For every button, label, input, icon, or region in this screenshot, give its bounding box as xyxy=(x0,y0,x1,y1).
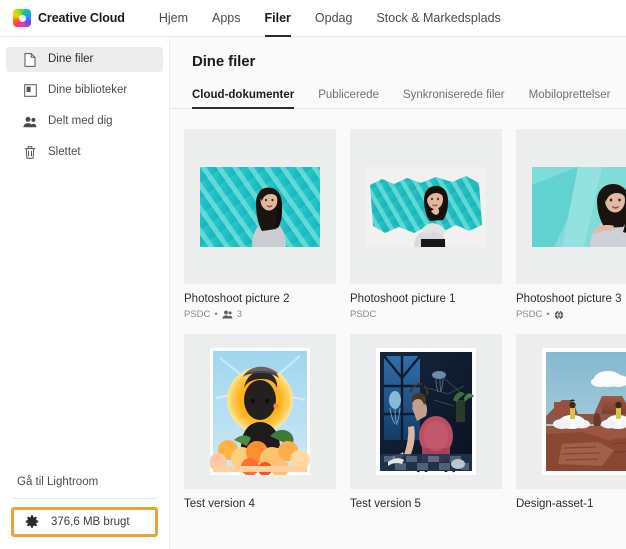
nav-item-apps[interactable]: Apps xyxy=(200,0,253,36)
sidebar-item-dine-filer[interactable]: Dine filer xyxy=(6,47,163,72)
content-tabs: Cloud-dokumenter Publicerede Synkroniser… xyxy=(170,89,626,109)
file-thumbnail-portrait-teal-wall xyxy=(516,129,626,284)
file-title: Test version 4 xyxy=(184,498,255,510)
tab-mobiloprettelser[interactable]: Mobiloprettelser xyxy=(529,89,624,108)
top-navigation-bar: Creative Cloud Hjem Apps Filer Opdag Sto… xyxy=(0,0,626,37)
people-icon xyxy=(23,115,37,129)
file-type: PSDC xyxy=(516,309,543,320)
file-thumbnail-underwater-room xyxy=(350,334,502,489)
file-meta: PSDC • 3 xyxy=(184,309,336,320)
creative-cloud-logo-icon xyxy=(13,9,31,27)
sidebar-divider xyxy=(13,498,156,499)
lightroom-link[interactable]: Gå til Lightroom xyxy=(0,476,169,488)
library-icon xyxy=(23,84,37,98)
file-thumbnail-portrait-teal-stripes xyxy=(184,129,336,284)
brand[interactable]: Creative Cloud xyxy=(13,9,125,27)
file-thumbnail-sun-flowers-portrait xyxy=(184,334,336,489)
storage-usage-button[interactable]: 376,6 MB brugt xyxy=(11,507,158,537)
file-icon xyxy=(23,52,37,67)
file-title: Photoshoot picture 3 xyxy=(516,293,622,305)
storage-highlight: 376,6 MB brugt xyxy=(11,507,158,537)
sidebar-label-slettet: Slettet xyxy=(48,145,81,158)
tab-publicerede[interactable]: Publicerede xyxy=(318,89,392,108)
file-grid-scroll[interactable]: Photoshoot picture 2 PSDC • 3 Photoshoot… xyxy=(170,109,626,549)
brand-name: Creative Cloud xyxy=(38,11,125,25)
sidebar-label-dine-biblioteker: Dine biblioteker xyxy=(48,83,128,96)
file-type: PSDC xyxy=(184,309,211,320)
nav-item-hjem[interactable]: Hjem xyxy=(147,0,200,36)
file-title: Photoshoot picture 1 xyxy=(350,293,456,305)
file-card[interactable]: Test version 5 xyxy=(350,334,502,510)
sidebar-item-slettet[interactable]: Slettet xyxy=(6,140,163,165)
tab-synkroniserede-filer[interactable]: Synkroniserede filer xyxy=(403,89,518,108)
file-card[interactable]: Photoshoot picture 1 PSDC xyxy=(350,129,502,320)
file-card[interactable]: Test version 4 xyxy=(184,334,336,510)
file-type: PSDC xyxy=(350,309,377,320)
nav-item-stock-markedsplads[interactable]: Stock & Markedsplads xyxy=(364,0,512,36)
nav-item-filer[interactable]: Filer xyxy=(253,0,303,36)
trash-icon xyxy=(23,146,37,160)
file-card[interactable]: Design-asset-1 xyxy=(516,334,626,510)
globe-icon xyxy=(554,310,564,320)
main-nav: Hjem Apps Filer Opdag Stock & Markedspla… xyxy=(147,0,513,36)
sidebar-label-delt-med-dig: Delt med dig xyxy=(48,114,113,127)
nav-item-opdag[interactable]: Opdag xyxy=(303,0,365,36)
file-meta: PSDC xyxy=(350,309,502,320)
people-icon xyxy=(222,310,233,319)
creative-cloud-app: Creative Cloud Hjem Apps Filer Opdag Sto… xyxy=(0,0,626,549)
file-meta: PSDC • xyxy=(516,309,626,320)
tab-cloud-dokumenter[interactable]: Cloud-dokumenter xyxy=(192,89,307,109)
main-content: Dine filer Cloud-dokumenter Publicerede … xyxy=(170,37,626,549)
storage-usage-label: 376,6 MB brugt xyxy=(51,516,130,528)
sidebar-item-dine-biblioteker[interactable]: Dine biblioteker xyxy=(6,78,163,103)
sidebar-label-dine-filer: Dine filer xyxy=(48,52,94,65)
file-thumbnail-portrait-torn-teal xyxy=(350,129,502,284)
shared-count: 3 xyxy=(236,309,243,320)
file-card[interactable]: Photoshoot picture 3 PSDC • xyxy=(516,129,626,320)
page-title: Dine filer xyxy=(192,53,256,70)
app-body: Dine filer Dine biblioteker Delt med dig… xyxy=(0,37,626,549)
meta-separator: • xyxy=(546,309,550,320)
file-title: Test version 5 xyxy=(350,498,421,510)
file-grid: Photoshoot picture 2 PSDC • 3 Photoshoot… xyxy=(184,129,626,510)
file-title: Photoshoot picture 2 xyxy=(184,293,290,305)
file-card[interactable]: Photoshoot picture 2 PSDC • 3 xyxy=(184,129,336,320)
meta-separator: • xyxy=(214,309,218,320)
sidebar: Dine filer Dine biblioteker Delt med dig… xyxy=(0,37,170,549)
sidebar-item-delt-med-dig[interactable]: Delt med dig xyxy=(6,109,163,134)
file-thumbnail-desert-mesa xyxy=(516,334,626,489)
file-title: Design-asset-1 xyxy=(516,498,594,510)
gear-icon xyxy=(25,515,39,529)
